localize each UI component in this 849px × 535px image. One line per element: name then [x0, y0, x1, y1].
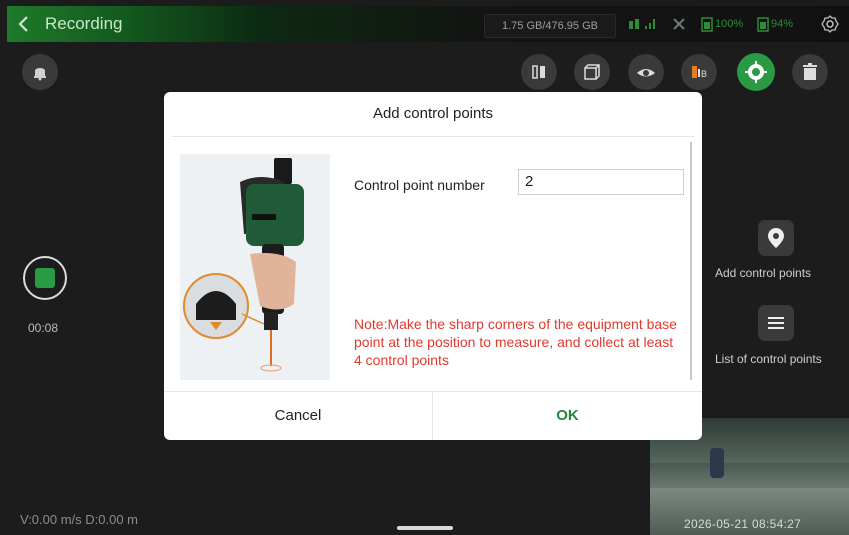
layer-icon [532, 65, 545, 79]
cube-icon [584, 64, 600, 80]
color-palette-icon: B [692, 66, 707, 79]
cancel-button[interactable]: Cancel [164, 392, 432, 440]
control-point-button[interactable] [737, 53, 775, 91]
alarm-bell-icon [34, 68, 46, 81]
page-title: Recording [45, 14, 123, 33]
control-point-target-icon [745, 61, 767, 83]
add-control-points-dialog: Add control points Control point number … [164, 92, 702, 440]
device-illustration [180, 154, 330, 380]
battery-status-1: 100% [701, 6, 743, 42]
battery-status-2: 94% [757, 6, 793, 42]
storage-indicator: 1.75 GB/476.95 GB [484, 14, 616, 38]
satellite-status [671, 6, 687, 42]
dialog-scrollbar[interactable] [690, 142, 692, 380]
record-stop-button[interactable] [23, 256, 67, 300]
list-control-points-label: List of control points [715, 352, 822, 366]
delete-button[interactable] [792, 54, 828, 90]
list-icon [768, 317, 784, 329]
top-bar: Recording 1.75 GB/476.95 GB 100% 94% [7, 6, 849, 42]
layer-button[interactable] [521, 54, 557, 90]
add-control-points-label: Add control points [715, 266, 812, 280]
home-indicator[interactable] [397, 526, 453, 530]
add-control-points-button[interactable] [758, 220, 794, 256]
color-mode-button[interactable]: B [681, 54, 717, 90]
battery-icon [701, 17, 713, 32]
map-pin-add-icon [768, 228, 784, 248]
preview-timestamp: 2026-05-21 08:54:27 [684, 517, 802, 531]
back-button[interactable] [7, 6, 41, 42]
signal-status [629, 6, 659, 42]
instruction-note: Note:Make the sharp corners of the equip… [354, 316, 677, 368]
recording-timer: 00:08 [28, 321, 59, 335]
svg-text:B: B [701, 69, 707, 79]
trash-icon [803, 63, 817, 80]
dialog-title: Add control points [372, 105, 494, 122]
control-point-number-field[interactable]: 2 [518, 169, 684, 195]
settings-gear-icon [821, 15, 839, 33]
signal-icon [629, 19, 655, 29]
ok-button[interactable]: OK [433, 392, 702, 440]
battery-icon [757, 17, 769, 32]
cube-button[interactable] [574, 54, 610, 90]
view-button[interactable] [628, 54, 664, 90]
eye-icon [637, 69, 655, 77]
settings-button[interactable] [821, 6, 839, 42]
alarm-button[interactable] [22, 54, 58, 90]
scanner-device-image [180, 154, 330, 380]
speed-distance-readout: V:0.00 m/s D:0.00 m [20, 512, 139, 527]
list-control-points-button[interactable] [758, 305, 794, 341]
satellite-icon [673, 18, 685, 30]
preview-person [710, 448, 724, 478]
back-chevron-icon [18, 16, 28, 32]
stop-square-icon [35, 268, 55, 288]
control-point-number-label: Control point number [354, 177, 485, 193]
dialog-divider [172, 136, 694, 137]
